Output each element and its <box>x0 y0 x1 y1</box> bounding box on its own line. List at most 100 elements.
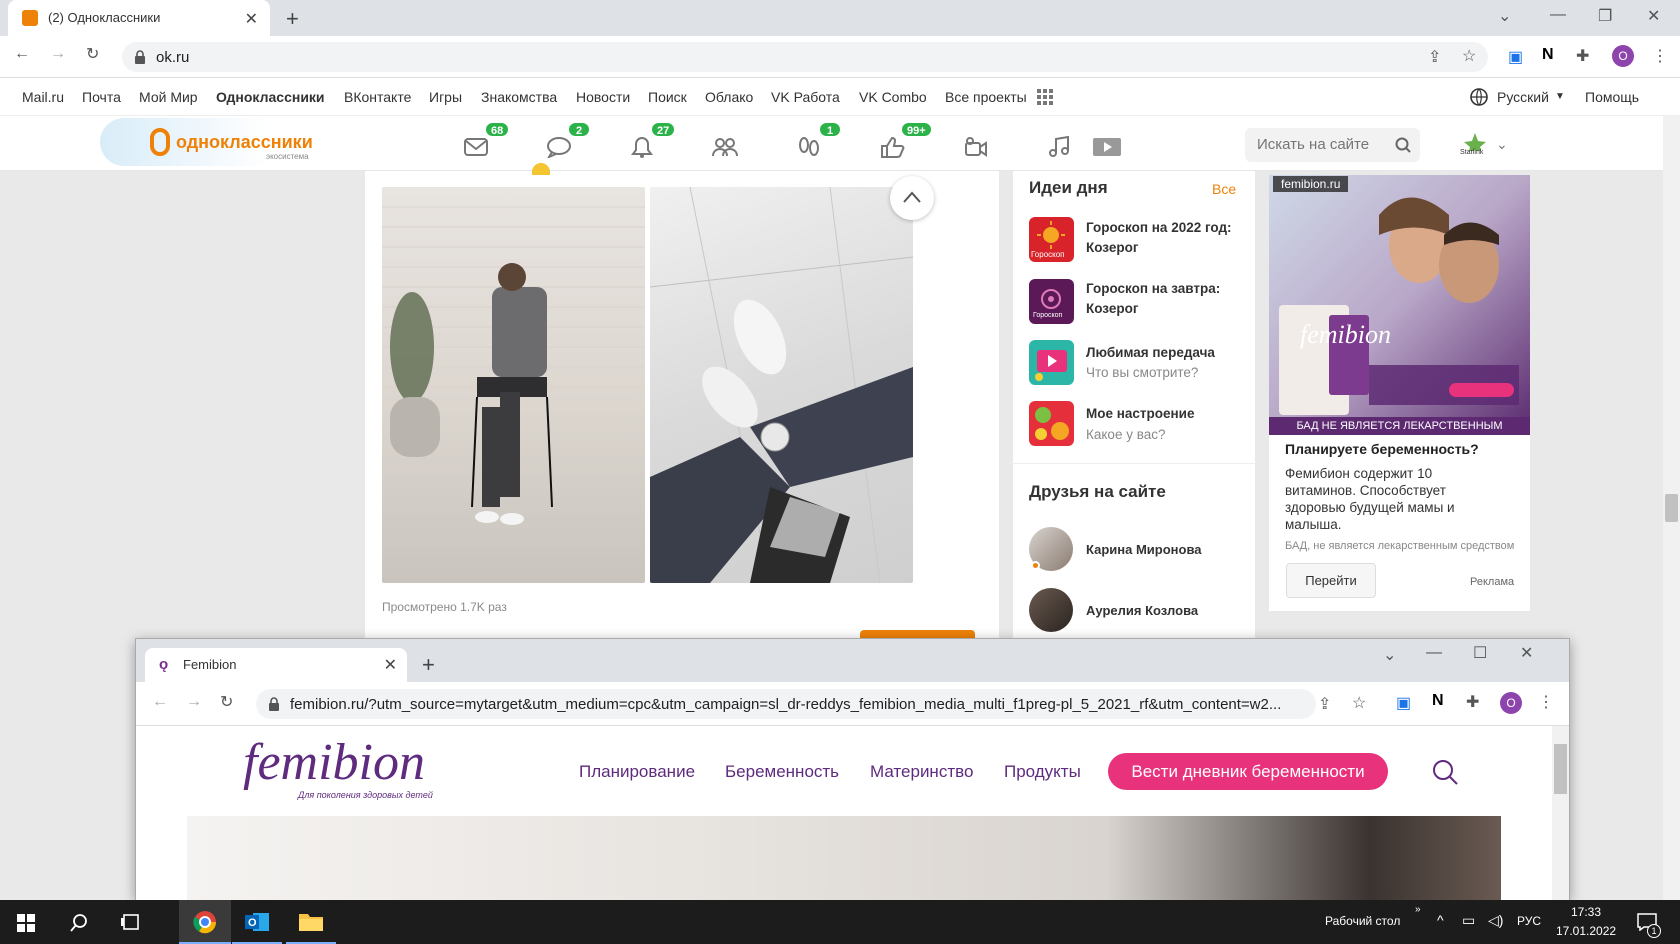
close-window-button[interactable]: ✕ <box>1647 6 1660 26</box>
profile-avatar[interactable]: O <box>1612 45 1634 67</box>
bookmark-star-icon-2[interactable]: ☆ <box>1352 693 1366 713</box>
idea-title-1[interactable]: Гороскоп на 2022 год: Козерог <box>1086 218 1246 258</box>
forward-icon-2[interactable]: → <box>186 693 202 711</box>
search-icon[interactable] <box>1395 137 1411 153</box>
post-photo-2[interactable] <box>650 187 913 583</box>
tray-chevron-icon[interactable]: ^ <box>1437 912 1444 928</box>
action-button-partial[interactable] <box>860 630 975 638</box>
apps-grid-icon[interactable] <box>1037 89 1053 105</box>
back-icon[interactable]: ← <box>14 45 30 63</box>
extension-icon[interactable]: ▣ <box>1508 47 1523 67</box>
network-icon[interactable]: ▭ <box>1462 912 1475 929</box>
messages-icon[interactable] <box>463 136 489 158</box>
guests-footprints-icon[interactable] <box>796 136 822 158</box>
portal-link-mailru[interactable]: Mail.ru <box>22 89 64 105</box>
portal-link-novosti[interactable]: Новости <box>576 89 630 105</box>
maximize-button[interactable]: ❐ <box>1598 6 1612 26</box>
discussions-icon[interactable] <box>546 136 572 158</box>
video-play-icon[interactable] <box>1092 136 1122 158</box>
clock-date[interactable]: 17.01.2022 <box>1556 924 1616 938</box>
toolbar-expand-icon[interactable]: » <box>1415 904 1421 915</box>
windows-start-icon[interactable] <box>17 914 35 932</box>
reload-icon-2[interactable]: ↻ <box>220 692 233 712</box>
portal-link-vk-rabota[interactable]: VK Работа <box>771 89 840 105</box>
ad-image[interactable] <box>1269 175 1530 435</box>
minimize-button-2[interactable]: — <box>1426 644 1442 662</box>
task-view-icon[interactable] <box>121 913 141 931</box>
femibion-nav-motherhood[interactable]: Материнство <box>870 762 973 782</box>
bookmark-star-icon[interactable]: ☆ <box>1462 46 1476 66</box>
maximize-button-2[interactable]: ☐ <box>1473 643 1487 663</box>
help-link[interactable]: Помощь <box>1585 89 1639 105</box>
scrollbar-thumb[interactable] <box>1665 494 1678 522</box>
new-tab-button[interactable]: + <box>286 6 299 32</box>
friend-avatar-2[interactable] <box>1029 588 1073 632</box>
outlook-taskbar-app[interactable]: O <box>232 900 282 944</box>
menu-kebab-icon[interactable]: ⋮ <box>1652 46 1668 66</box>
address-bar-2[interactable]: femibion.ru/?utm_source=mytarget&utm_med… <box>256 689 1316 719</box>
share-icon-2[interactable]: ⇪ <box>1318 694 1331 714</box>
idea-icon-tv-show[interactable] <box>1029 340 1074 385</box>
idea-icon-horoscope-tomorrow[interactable]: Гороскоп <box>1029 279 1074 324</box>
pregnancy-diary-button[interactable]: Вести дневник беременности <box>1108 753 1388 790</box>
ok-logo[interactable]: одноклассники экосистема <box>100 118 340 166</box>
back-icon-2[interactable]: ← <box>152 693 168 711</box>
idea-title-4[interactable]: Мое настроение <box>1086 404 1246 424</box>
ok-search-box[interactable] <box>1245 128 1420 162</box>
video-calls-icon[interactable] <box>963 136 989 158</box>
portal-link-odnoklassniki[interactable]: Одноклассники <box>216 89 325 105</box>
portal-link-igry[interactable]: Игры <box>429 89 462 105</box>
tab-close-icon[interactable]: ✕ <box>245 9 258 29</box>
friend-avatar-1[interactable] <box>1029 527 1073 571</box>
extensions-puzzle-icon[interactable]: ✚ <box>1576 46 1589 66</box>
femibion-search-icon[interactable] <box>1432 759 1458 785</box>
chrome-taskbar-app[interactable] <box>179 900 231 944</box>
input-language[interactable]: РУС <box>1517 914 1541 928</box>
scrollbar-thumb-2[interactable] <box>1554 744 1567 794</box>
portal-link-oblako[interactable]: Облако <box>705 89 753 105</box>
tab-search-icon[interactable]: ⌄ <box>1498 6 1511 26</box>
new-tab-button-2[interactable]: + <box>422 652 435 678</box>
ad-headline[interactable]: Планируете беременность? <box>1285 441 1479 457</box>
tab-search-icon-2[interactable]: ⌄ <box>1383 645 1396 665</box>
portal-link-moy-mir[interactable]: Мой Мир <box>139 89 198 105</box>
explorer-taskbar-app[interactable] <box>286 900 336 944</box>
user-avatar[interactable]: Starlink <box>1460 131 1490 159</box>
friend-name-1[interactable]: Карина Миронова <box>1086 542 1202 557</box>
reload-icon[interactable]: ↻ <box>86 44 99 64</box>
femibion-nav-planning[interactable]: Планирование <box>579 762 695 782</box>
share-icon[interactable]: ⇪ <box>1428 47 1441 67</box>
portal-link-znakomstva[interactable]: Знакомства <box>481 89 557 105</box>
ad-go-button[interactable]: Перейти <box>1286 563 1376 598</box>
profile-avatar-2[interactable]: O <box>1500 692 1522 714</box>
femibion-logo[interactable]: femibion <box>243 733 425 792</box>
portal-link-vk-combo[interactable]: VK Combo <box>859 89 927 105</box>
extensions-puzzle-icon-2[interactable]: ✚ <box>1466 692 1479 712</box>
minimize-button[interactable]: — <box>1550 6 1566 24</box>
friends-icon[interactable] <box>712 136 738 158</box>
femibion-nav-products[interactable]: Продукты <box>1004 762 1081 782</box>
tab-femibion[interactable]: ǫ Femibion ✕ <box>145 648 407 682</box>
scroll-top-button[interactable] <box>890 176 934 220</box>
ok-search-input[interactable] <box>1257 136 1387 153</box>
search-taskbar-icon[interactable] <box>69 913 89 933</box>
idea-icon-mood[interactable] <box>1029 401 1074 446</box>
user-menu-chevron-icon[interactable]: ⌄ <box>1496 136 1508 153</box>
idea-title-3[interactable]: Любимая передача <box>1086 343 1246 363</box>
portal-link-pochta[interactable]: Почта <box>82 89 121 105</box>
address-bar[interactable]: ok.ru ⇪ ☆ <box>122 42 1488 72</box>
notion-extension-icon[interactable]: N <box>1542 46 1554 64</box>
post-photo-1[interactable] <box>382 187 645 583</box>
tab-close-icon-2[interactable]: ✕ <box>384 655 397 675</box>
idea-title-2[interactable]: Гороскоп на завтра: Козерог <box>1086 279 1246 319</box>
desktop-toolbar-label[interactable]: Рабочий стол <box>1325 914 1400 928</box>
forward-icon[interactable]: → <box>50 45 66 63</box>
close-window-button-2[interactable]: ✕ <box>1520 643 1533 663</box>
page-scrollbar-2[interactable] <box>1552 726 1569 900</box>
tab-odnoklassniki[interactable]: (2) Одноклассники ✕ <box>8 0 270 36</box>
music-note-icon[interactable] <box>1046 136 1072 158</box>
portal-link-poisk[interactable]: Поиск <box>648 89 687 105</box>
likes-thumb-icon[interactable] <box>879 136 905 158</box>
menu-kebab-icon-2[interactable]: ⋮ <box>1538 692 1554 712</box>
portal-link-all-projects[interactable]: Все проекты <box>945 89 1027 105</box>
